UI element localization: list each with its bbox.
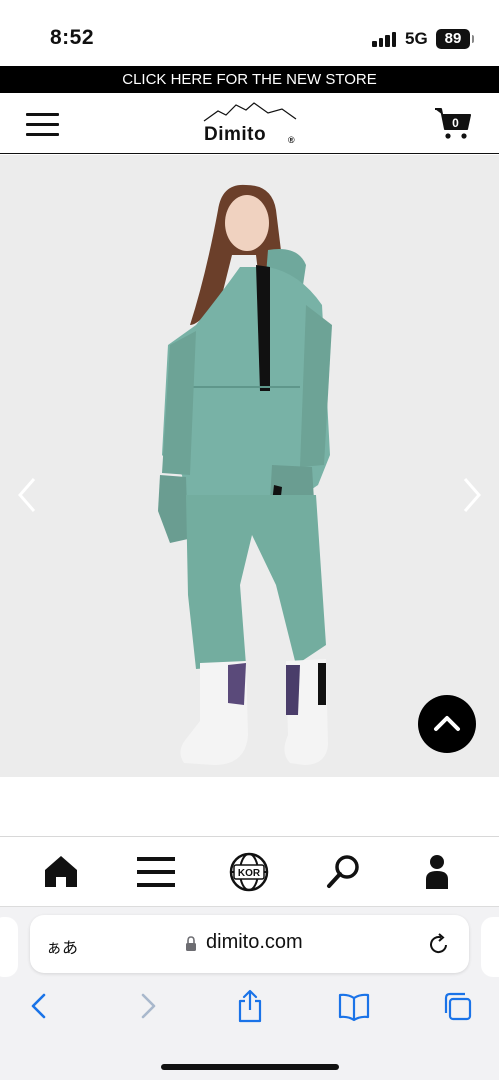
previous-tab-preview[interactable] (0, 917, 18, 977)
brand-logo[interactable]: Dimito ® (198, 97, 308, 149)
chevron-left-icon[interactable] (14, 475, 38, 515)
signal-icon (372, 32, 398, 47)
share-icon[interactable] (234, 989, 266, 1023)
cart-count: 0 (452, 116, 459, 130)
forward-icon[interactable] (131, 989, 163, 1023)
home-icon (45, 856, 77, 887)
scroll-to-top-button[interactable] (418, 695, 476, 753)
search-icon (327, 855, 359, 888)
network-type: 5G (405, 29, 428, 48)
chevron-right-icon[interactable] (461, 475, 485, 515)
brand-name: Dimito (204, 124, 267, 145)
promo-banner[interactable]: CLICK HERE FOR THE NEW STORE (0, 66, 499, 93)
cart-button[interactable]: 0 (433, 105, 473, 141)
menu-button[interactable] (135, 851, 177, 893)
reload-icon[interactable] (427, 932, 451, 956)
site-header: Dimito ® 0 (0, 93, 499, 154)
bottom-navigation: KOR (0, 836, 499, 906)
product-image-carousel[interactable] (0, 155, 499, 777)
status-time: 8:52 (50, 26, 95, 49)
battery-icon: 89 (436, 29, 474, 49)
globe-icon: KOR (229, 852, 269, 892)
language-button[interactable]: KOR (228, 851, 270, 893)
mountain-logo-icon (203, 102, 297, 122)
text-size-button[interactable]: ぁあ (46, 934, 78, 958)
menu-icon[interactable] (26, 111, 60, 137)
home-button[interactable] (40, 851, 82, 893)
status-bar: 8:52 5G 89 (0, 0, 499, 66)
url-text[interactable]: dimito.com (206, 931, 303, 954)
next-tab-preview[interactable] (481, 917, 499, 977)
product-image (158, 184, 332, 765)
chevron-up-icon (434, 716, 460, 731)
registered-mark: ® (288, 135, 295, 145)
lock-icon (186, 936, 196, 951)
bookmarks-icon[interactable] (338, 989, 370, 1023)
language-label: KOR (238, 868, 261, 879)
home-indicator[interactable] (161, 1064, 339, 1070)
browser-chrome: ぁあ dimito.com (0, 906, 499, 1080)
back-icon[interactable] (24, 989, 56, 1023)
user-icon (426, 855, 448, 889)
account-button[interactable] (416, 851, 458, 893)
address-bar[interactable]: ぁあ dimito.com (30, 915, 469, 973)
menu-icon (137, 857, 175, 887)
tabs-icon[interactable] (442, 989, 474, 1023)
search-button[interactable] (323, 851, 365, 893)
